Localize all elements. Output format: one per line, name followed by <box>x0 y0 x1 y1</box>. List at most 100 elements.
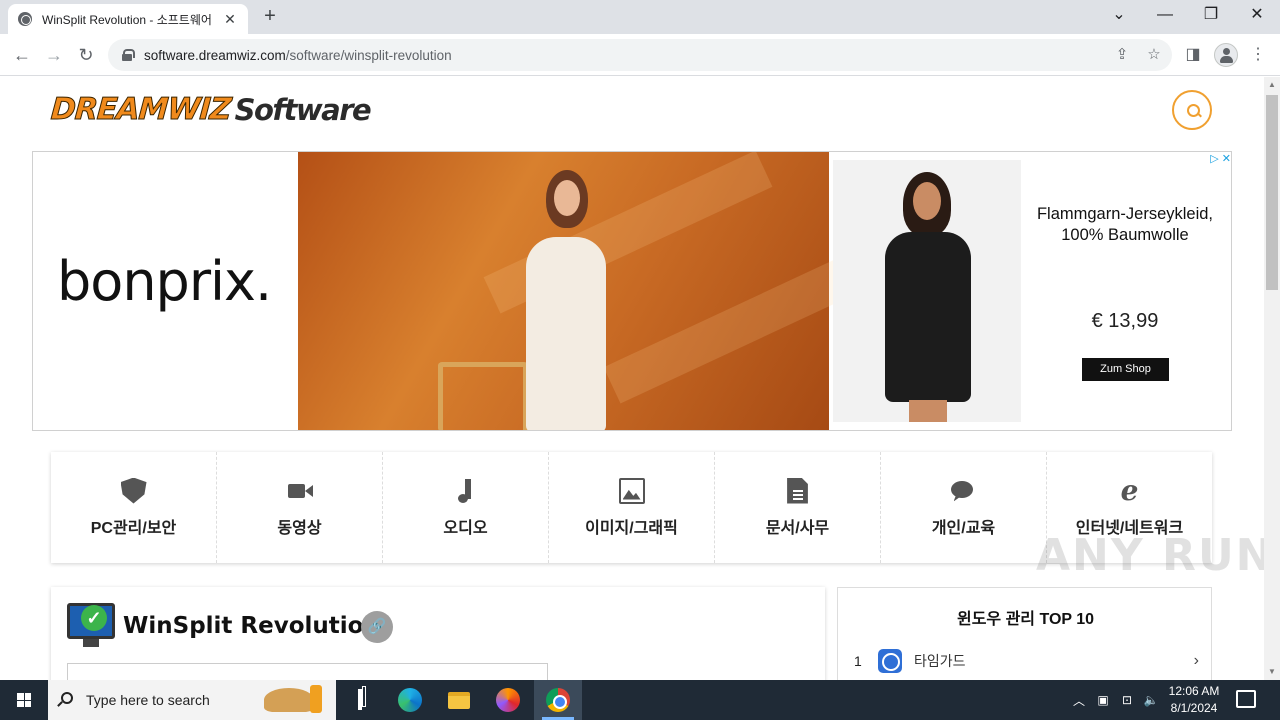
logo-dreamwiz: DREAMWIZ <box>49 92 232 128</box>
edge-taskbar-button[interactable] <box>390 684 430 716</box>
clock-time: 12:06 AM <box>1168 684 1220 698</box>
app-icon: ✓ <box>67 603 115 647</box>
ad-brand-logo[interactable]: bonprix. <box>57 250 272 313</box>
profile-avatar[interactable] <box>1214 43 1238 67</box>
browser-toolbar: ← → ↻ software.dreamwiz.com/software/win… <box>0 34 1280 76</box>
category-audio[interactable]: 오디오 <box>383 452 549 563</box>
ad-product-price: € 13,99 <box>1091 310 1159 332</box>
close-window-button[interactable]: ✕ <box>1234 0 1280 30</box>
url-host: software.dreamwiz.com <box>144 47 286 63</box>
ad-chair-image <box>438 362 528 430</box>
firefox-icon <box>496 688 520 712</box>
tab-strip: WinSplit Revolution - 소프트웨어 ✕ + ⌄ — ❐ ✕ <box>0 0 1280 34</box>
advertisement-banner[interactable]: bonprix. Flammgarn-Jerseykleid, 100% Bau… <box>32 151 1232 431</box>
tab-search-chevron-icon[interactable]: ⌄ <box>1096 0 1142 30</box>
windows-taskbar: Type here to search ︿ ▣ ⊡ 🔈 12:06 AM 8/1… <box>0 680 1280 720</box>
app-screenshot[interactable] <box>67 663 548 680</box>
clock-icon <box>878 649 902 673</box>
back-button[interactable]: ← <box>10 43 34 67</box>
task-view-icon <box>358 691 362 709</box>
tab-title: WinSplit Revolution - 소프트웨어 <box>42 12 212 27</box>
music-icon <box>453 478 479 504</box>
scroll-down-arrow-icon[interactable]: ▼ <box>1267 667 1277 677</box>
rank-number: 1 <box>854 653 862 669</box>
category-image-graphics[interactable]: 이미지/그래픽 <box>549 452 715 563</box>
checkmark-icon: ✓ <box>81 605 107 631</box>
windows-logo-icon <box>17 693 31 707</box>
edge-icon <box>398 688 422 712</box>
category-pc-security[interactable]: PC관리/보안 <box>51 452 217 563</box>
search-icon <box>61 692 73 704</box>
link-icon[interactable]: 🔗 <box>361 611 393 643</box>
browser-tab[interactable]: WinSplit Revolution - 소프트웨어 ✕ <box>8 4 248 34</box>
firefox-taskbar-button[interactable] <box>488 684 528 716</box>
menu-icon[interactable]: ⋮ <box>1246 43 1270 67</box>
category-label: 문서/사무 <box>765 519 830 537</box>
chrome-taskbar-icon-wrap[interactable] <box>538 684 578 716</box>
task-view-button[interactable] <box>340 684 380 716</box>
taskbar-search-box[interactable]: Type here to search <box>48 680 336 720</box>
category-label: 이미지/그래픽 <box>585 519 678 537</box>
search-highlight-hat-icon <box>264 688 314 712</box>
network-icon[interactable]: ⊡ <box>1117 680 1137 720</box>
category-video[interactable]: 동영상 <box>217 452 383 563</box>
folder-icon <box>448 691 470 709</box>
software-detail-panel: ✓ WinSplit Revolution 🔗 <box>51 587 825 680</box>
search-highlight-drink-icon <box>310 685 322 713</box>
sidebar-title: 윈도우 관리 TOP 10 <box>956 611 1095 628</box>
ad-shop-button[interactable]: Zum Shop <box>1082 358 1169 381</box>
address-bar[interactable]: software.dreamwiz.com/software/winsplit-… <box>108 39 1172 71</box>
ad-model-figure <box>526 237 606 430</box>
shield-icon <box>120 477 147 504</box>
scroll-up-arrow-icon[interactable]: ▲ <box>1267 80 1277 90</box>
category-document-office[interactable]: 문서/사무 <box>715 452 881 563</box>
adchoices-icon[interactable]: ▷ ✕ <box>1199 152 1231 166</box>
ad-product-title[interactable]: Flammgarn-Jerseykleid, 100% Baumwolle <box>1033 204 1217 246</box>
video-icon <box>287 478 313 504</box>
lock-icon[interactable] <box>122 49 135 61</box>
category-label: 오디오 <box>443 519 488 537</box>
clock-date: 8/1/2024 <box>1170 701 1218 715</box>
start-button[interactable] <box>0 680 48 720</box>
category-label: PC관리/보안 <box>90 519 177 537</box>
volume-icon[interactable]: 🔈 <box>1141 680 1161 720</box>
category-personal-education[interactable]: 개인/교육 <box>881 452 1047 563</box>
item-name[interactable]: 타임가드 <box>914 651 1194 671</box>
page-content: DREAMWIZ Software bonprix. Flammgarn-Jer… <box>0 77 1264 680</box>
chat-icon <box>950 478 977 504</box>
new-tab-button[interactable]: + <box>258 5 282 29</box>
anyrun-watermark: ANY RUN <box>1036 530 1275 581</box>
restore-button[interactable]: ❐ <box>1188 0 1234 30</box>
top10-sidebar: 윈도우 관리 TOP 10 1 타임가드 › <box>837 587 1212 680</box>
category-label: 개인/교육 <box>931 519 996 537</box>
list-item[interactable]: 1 타임가드 › <box>854 648 1199 674</box>
tray-overflow-chevron-icon[interactable]: ︿ <box>1070 680 1088 720</box>
taskbar-clock[interactable]: 12:06 AM 8/1/2024 <box>1160 683 1228 717</box>
share-icon[interactable]: ⇪ <box>1112 45 1132 65</box>
device-icon[interactable]: ▣ <box>1094 680 1112 720</box>
notification-icon[interactable] <box>1236 690 1256 708</box>
image-icon <box>618 477 645 504</box>
globe-icon <box>18 12 32 26</box>
logo-software: Software <box>234 93 372 127</box>
url-path: /software/winsplit-revolution <box>285 47 452 63</box>
minimize-button[interactable]: — <box>1142 0 1188 30</box>
chevron-right-icon[interactable]: › <box>1194 652 1199 670</box>
category-label: 동영상 <box>277 519 322 537</box>
chrome-icon <box>546 688 570 712</box>
ad-product-image[interactable] <box>833 160 1021 422</box>
reload-button[interactable]: ↻ <box>74 43 98 67</box>
ad-model-photo[interactable] <box>298 152 893 430</box>
taskbar-search-placeholder: Type here to search <box>86 692 210 708</box>
site-logo[interactable]: DREAMWIZ Software <box>49 91 372 128</box>
side-panel-icon[interactable]: ◨ <box>1181 43 1205 67</box>
site-search-button[interactable] <box>1172 90 1212 130</box>
bookmark-star-icon[interactable]: ☆ <box>1144 45 1164 65</box>
file-explorer-button[interactable] <box>439 684 479 716</box>
forward-button[interactable]: → <box>42 43 66 67</box>
document-icon <box>787 477 808 504</box>
tab-close-icon[interactable]: ✕ <box>222 11 238 28</box>
scrollbar-thumb[interactable] <box>1266 95 1278 290</box>
page-scrollbar[interactable]: ▲ ▼ <box>1264 77 1280 680</box>
ie-icon: e <box>1120 473 1139 507</box>
